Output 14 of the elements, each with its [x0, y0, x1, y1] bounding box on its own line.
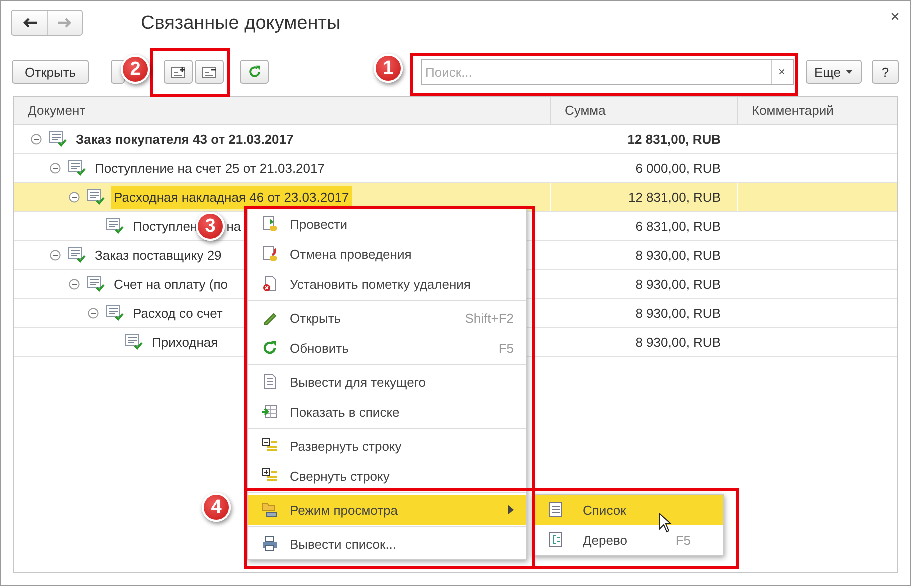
document-name: Приходная	[151, 334, 220, 352]
document-name: Расходная накладная 46 от 23.03.2017	[111, 186, 352, 208]
document-name: на	[226, 218, 242, 234]
callout-badge: 2	[121, 55, 150, 84]
document-name: Заказ покупателя 43 от 21.03.2017	[75, 130, 295, 149]
amount-cell: 12 831,00, RUB	[550, 183, 737, 212]
document-name: Заказ поставщику 29	[94, 246, 223, 265]
document-name: Счет на оплату (по	[113, 276, 230, 294]
window-title: Связанные документы	[141, 13, 342, 35]
callout-badge: 1	[374, 54, 403, 83]
callout-badge: 4	[202, 493, 231, 522]
document-name: Расход со счет	[132, 304, 224, 323]
document-name: Поступление на счет 25 от 21.03.2017	[94, 160, 326, 178]
document-name: Поступлен	[132, 218, 199, 236]
